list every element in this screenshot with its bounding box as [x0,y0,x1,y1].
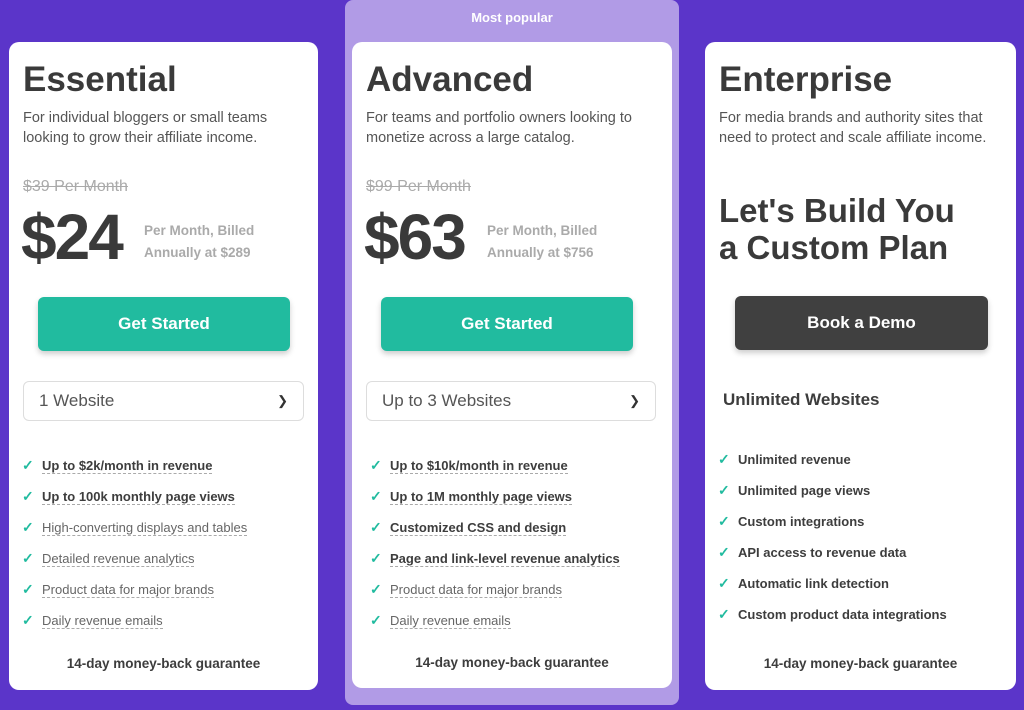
most-popular-label: Most popular [471,10,553,25]
plan-title: Essential [23,60,177,99]
check-icon: ✓ [370,581,382,597]
plan-card-advanced: Advanced For teams and portfolio owners … [352,42,672,688]
feature-text[interactable]: Up to 100k monthly page views [42,489,235,505]
select-value: Up to 3 Websites [382,391,512,410]
check-icon: ✓ [22,612,34,628]
check-icon: ✓ [22,488,34,504]
chevron-down-icon: ❯ [277,393,288,408]
feature-item: ✓ Daily revenue emails [22,605,247,636]
plan-description: For individual bloggers or small teams l… [23,110,268,146]
get-started-button[interactable]: Get Started [381,297,633,351]
feature-text[interactable]: Up to 1M monthly page views [390,489,573,505]
feature-item: ✓ Up to 1M monthly page views [370,481,620,512]
original-price: $39 Per Month [23,178,128,195]
check-icon: ✓ [718,575,730,591]
feature-list: ✓ Up to $2k/month in revenue ✓ Up to 100k m… [22,450,248,636]
price-note-line: Per Month, Billed [144,223,255,238]
check-icon: ✓ [718,482,730,498]
feature-text[interactable]: Product data for major brands [390,582,562,598]
check-icon: ✓ [22,519,34,535]
plan-card-essential: Essential For individual bloggers or sma… [9,42,318,690]
feature-text[interactable]: Automatic link detection [738,576,889,591]
feature-item: ✓ High-converting displays and tables [22,512,248,543]
feature-item: ✓ Up to $10k/month in revenue [370,450,620,481]
check-icon: ✓ [718,513,730,529]
feature-text[interactable]: Detailed revenue analytics [42,551,195,567]
feature-text[interactable]: Custom product data integrations [738,607,947,622]
guarantee-text: 14-day money-back guarantee [763,656,958,671]
feature-text[interactable]: Customized CSS and design [390,520,567,536]
plan-title: Enterprise [719,60,893,99]
check-icon: ✓ [370,612,382,628]
check-icon: ✓ [22,581,34,597]
check-icon: ✓ [718,544,730,560]
feature-text[interactable]: Up to $10k/month in revenue [390,458,568,474]
feature-item: ✓ Up to 100k monthly page views [22,481,247,512]
feature-list: ✓ Up to $10k/month in revenue ✓ Up to 1M mo… [370,450,620,636]
check-icon: ✓ [718,606,730,622]
feature-text[interactable]: Up to $2k/month in revenue [42,458,213,474]
price-note-line: Annually at $756 [487,245,594,260]
plan-title: Advanced [366,60,534,99]
feature-item: ✓ Custom product data integrations [718,599,947,630]
headline-line: Let's Build You [719,192,955,229]
feature-text[interactable]: Unlimited page views [738,483,870,498]
check-icon: ✓ [370,519,382,535]
feature-item: ✓ Page and link-level revenue analytics [370,543,620,574]
feature-text[interactable]: Custom integrations [738,514,864,529]
feature-item: ✓ Product data for major brands [370,574,620,605]
feature-text[interactable]: High-converting displays and tables [42,520,248,536]
plan-price: $63 [364,201,467,273]
feature-item: ✓ Detailed revenue analytics [22,543,247,574]
price-note-line: Per Month, Billed [487,223,598,238]
feature-item: ✓ Automatic link detection [718,568,947,599]
feature-text[interactable]: Daily revenue emails [42,613,163,629]
feature-text[interactable]: API access to revenue data [738,545,906,560]
price-note-line: Annually at $289 [144,245,251,260]
feature-item: ✓ Custom integrations [718,506,947,537]
websites-select[interactable]: Up to 3 Websites ❯ [366,381,656,421]
feature-item: ✓ API access to revenue data [718,537,947,568]
websites-select[interactable]: 1 Website ❯ [23,381,304,421]
chevron-down-icon: ❯ [629,393,640,408]
check-icon: ✓ [22,457,34,473]
check-icon: ✓ [22,550,34,566]
price-note: Per Month, Billed Annually at $289 [144,220,254,264]
check-icon: ✓ [370,488,382,504]
guarantee-text: 14-day money-back guarantee [66,656,261,671]
feature-item: ✓ Daily revenue emails [370,605,620,636]
original-price: $99 Per Month [366,178,471,195]
select-value: 1 Website [39,391,115,410]
plan-description: For media brands and authority sites tha… [719,110,987,146]
feature-item: ✓ Up to $2k/month in revenue [22,450,247,481]
guarantee-text: 14-day money-back guarantee [415,655,609,670]
price-note: Per Month, Billed Annually at $756 [487,220,597,264]
headline-line: a Custom Plan [719,229,949,266]
check-icon: ✓ [370,457,382,473]
check-icon: ✓ [718,451,730,467]
feature-item: ✓ Unlimited revenue [718,444,947,475]
feature-text[interactable]: Unlimited revenue [738,452,851,467]
feature-text[interactable]: Page and link-level revenue analytics [390,551,620,567]
book-demo-button[interactable]: Book a Demo [735,296,988,350]
websites-label: Unlimited Websites [723,390,880,409]
plan-price: $24 [21,201,124,273]
custom-plan-headline: Let's Build You a Custom Plan [719,192,955,266]
plan-description: For teams and portfolio owners looking t… [366,110,632,146]
feature-item: ✓ Customized CSS and design [370,512,620,543]
feature-text[interactable]: Product data for major brands [42,582,214,598]
feature-item: ✓ Unlimited page views [718,475,947,506]
plan-card-enterprise: Enterprise For media brands and authorit… [705,42,1016,690]
get-started-button[interactable]: Get Started [38,297,290,351]
feature-text[interactable]: Daily revenue emails [390,613,511,629]
feature-item: ✓ Product data for major brands [22,574,247,605]
check-icon: ✓ [370,550,382,566]
feature-list: ✓ Unlimited revenue ✓ Unlimited page views ✓… [718,444,947,630]
